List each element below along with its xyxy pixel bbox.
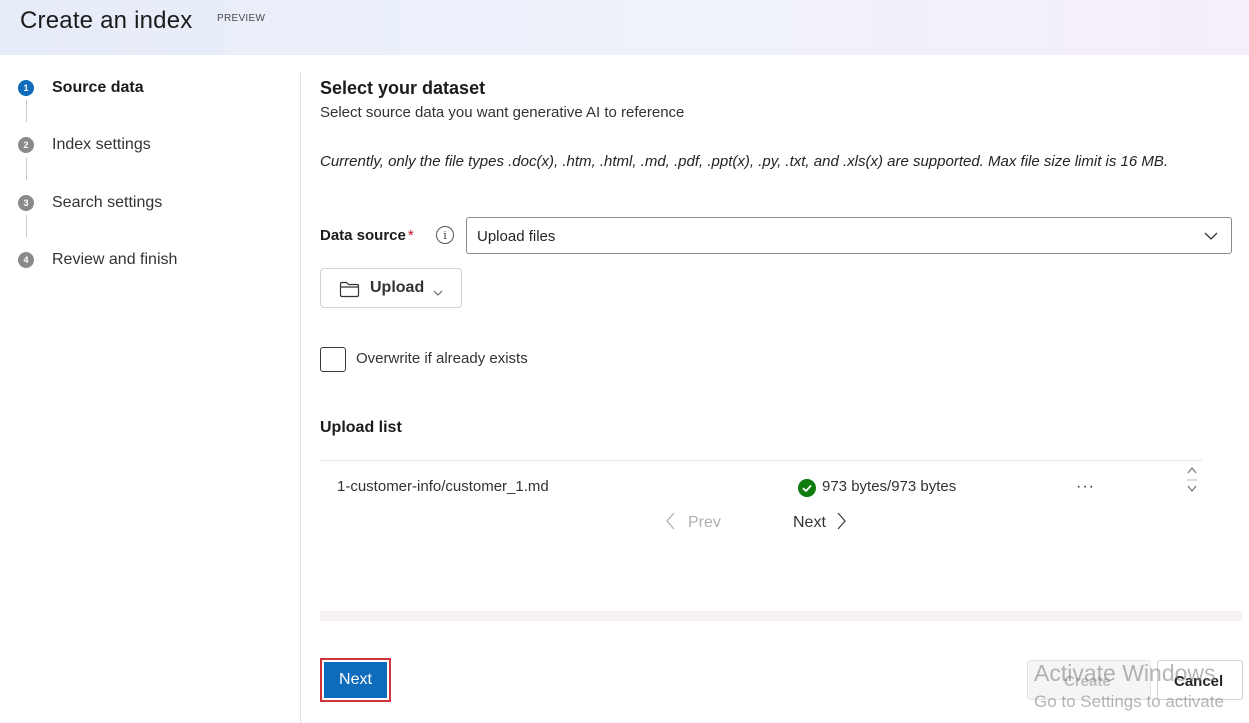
success-check-icon <box>798 479 816 497</box>
upload-button[interactable]: Upload <box>320 268 462 308</box>
required-marker: * <box>407 227 414 244</box>
step-connector <box>26 100 27 122</box>
step-label: Review and finish <box>52 251 178 268</box>
step-connector <box>26 158 27 180</box>
data-source-label-text: Data source <box>320 227 406 244</box>
next-button[interactable]: Next <box>324 662 387 698</box>
activate-windows-watermark: Activate Windows <box>1034 660 1216 686</box>
activate-windows-subtext: Go to Settings to activate <box>1034 692 1224 711</box>
chevron-right-icon <box>836 512 846 535</box>
step-review-and-finish[interactable]: 4 Review and finish <box>18 250 177 270</box>
file-size: 973 bytes/973 bytes <box>822 478 957 495</box>
sidebar-divider <box>300 73 301 723</box>
prev-page-button[interactable]: Prev <box>666 512 721 534</box>
info-icon[interactable]: i <box>436 226 454 244</box>
step-source-data[interactable]: 1 Source data <box>18 78 144 98</box>
file-type-note: Currently, only the file types .doc(x), … <box>320 153 1169 170</box>
sort-icon[interactable] <box>1186 466 1198 499</box>
step-number-icon: 4 <box>18 252 34 268</box>
chevron-down-icon <box>1203 228 1219 249</box>
upload-list-title: Upload list <box>320 419 402 436</box>
data-source-label: Data source * <box>320 227 414 244</box>
next-page-button[interactable]: Next <box>793 512 846 534</box>
file-name: 1-customer-info/customer_1.md <box>337 478 549 495</box>
data-source-select[interactable]: Upload files <box>466 217 1232 254</box>
data-source-value: Upload files <box>477 228 556 245</box>
page-header: Create an index PREVIEW <box>0 0 1249 55</box>
next-page-label: Next <box>793 514 826 531</box>
more-options-icon[interactable]: ··· <box>1076 478 1095 496</box>
section-subtitle: Select source data you want generative A… <box>320 104 685 121</box>
next-button-highlight: Next <box>320 658 391 702</box>
overwrite-checkbox-label[interactable]: Overwrite if already exists <box>356 350 528 367</box>
step-search-settings[interactable]: 3 Search settings <box>18 193 162 213</box>
chevron-down-icon <box>433 284 443 302</box>
step-index-settings[interactable]: 2 Index settings <box>18 135 151 155</box>
upload-list-divider <box>320 460 1202 461</box>
step-number-icon: 1 <box>18 80 34 96</box>
section-title: Select your dataset <box>320 78 486 98</box>
prev-page-label: Prev <box>688 514 721 531</box>
page-title: Create an index <box>20 7 193 34</box>
step-label: Source data <box>52 79 144 96</box>
folder-icon <box>339 281 360 303</box>
horizontal-scrollbar[interactable] <box>320 611 1242 621</box>
overwrite-checkbox[interactable] <box>320 347 346 372</box>
upload-button-label: Upload <box>370 279 425 296</box>
step-label: Index settings <box>52 136 151 153</box>
step-number-icon: 3 <box>18 195 34 211</box>
step-number-icon: 2 <box>18 137 34 153</box>
chevron-left-icon <box>666 512 676 535</box>
step-label: Search settings <box>52 194 163 211</box>
preview-badge: PREVIEW <box>217 13 266 24</box>
step-connector <box>26 215 27 237</box>
